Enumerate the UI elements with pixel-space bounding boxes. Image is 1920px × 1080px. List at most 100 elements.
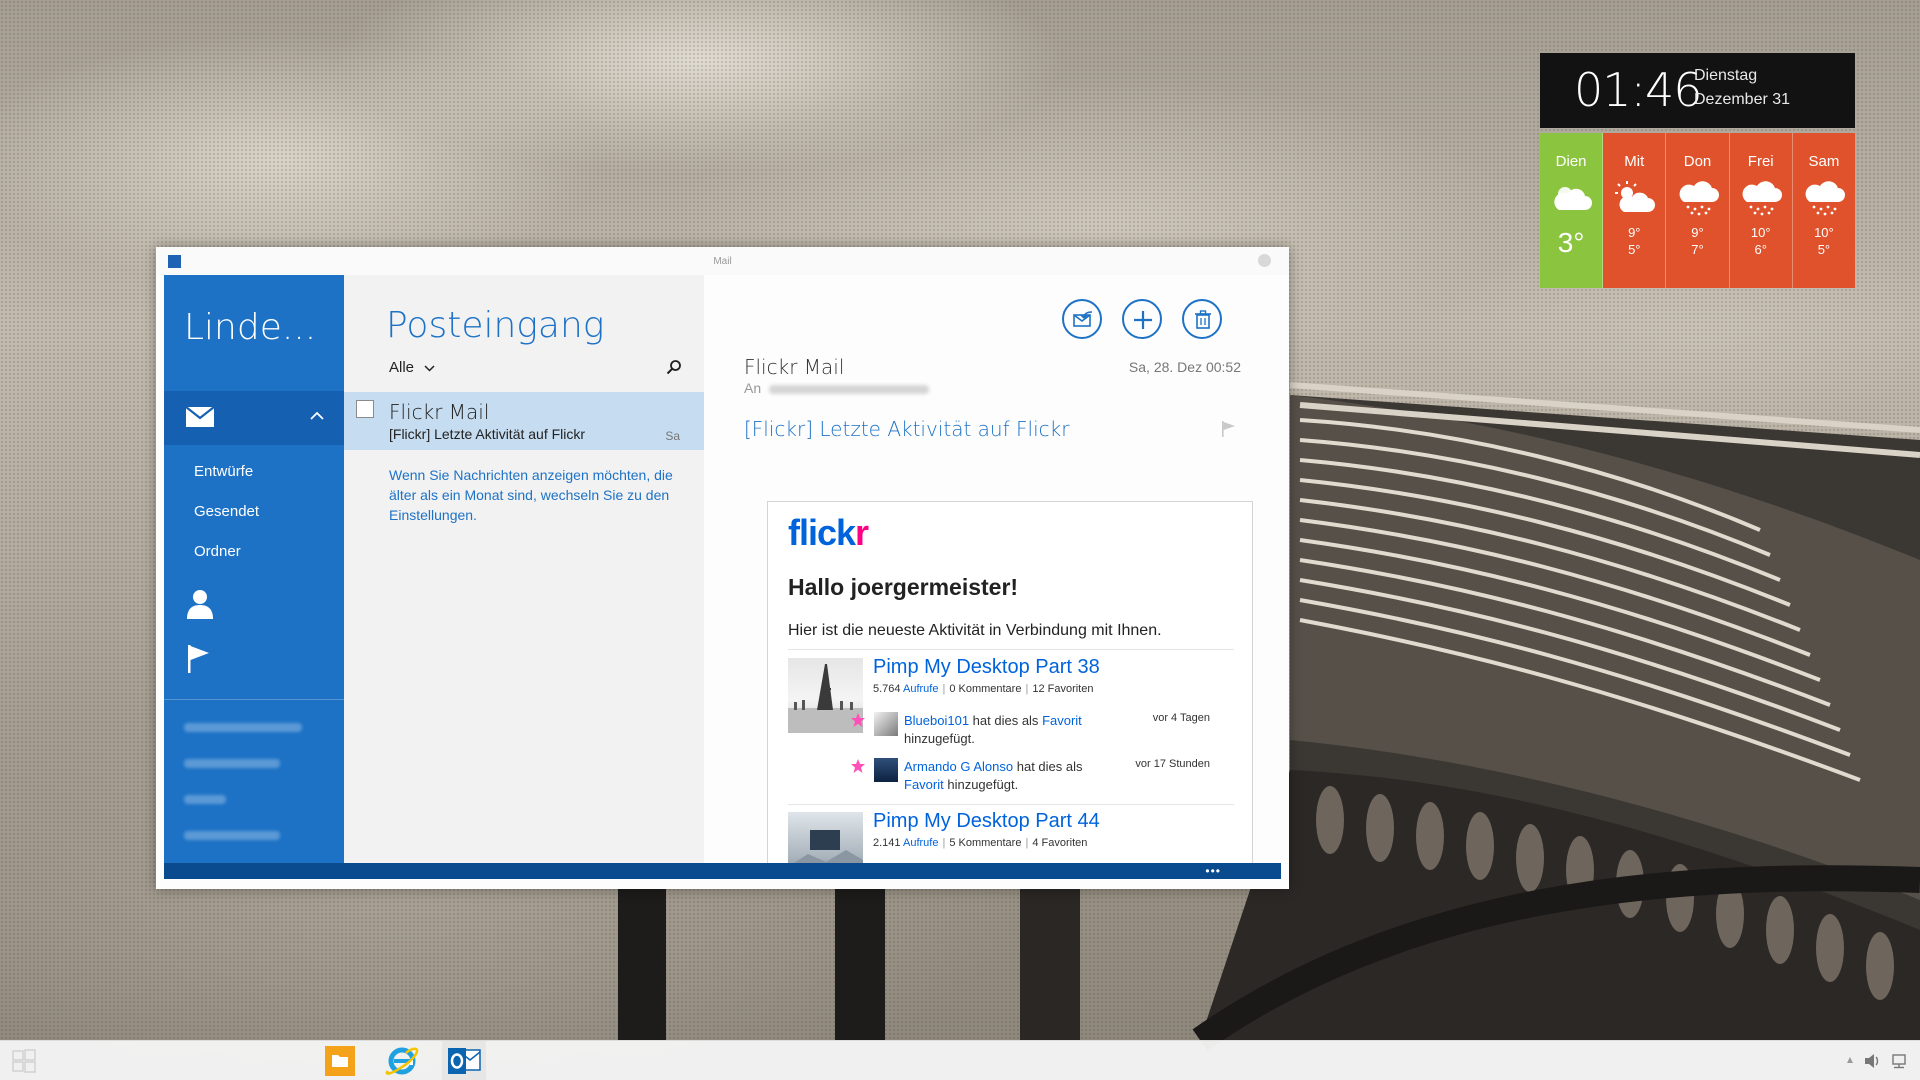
message-sender: Flickr Mail	[389, 400, 490, 424]
partly-sunny-icon	[1615, 181, 1656, 212]
other-account-blurred[interactable]	[184, 831, 280, 840]
internet-explorer-icon	[385, 1047, 419, 1075]
close-button[interactable]	[1258, 254, 1271, 267]
window-title: Mail	[713, 256, 732, 267]
avatar[interactable]	[874, 758, 898, 782]
photo-stats: 5.764 Aufrufe | 0 Kommentare | 12 Favoriten	[873, 683, 1094, 695]
taskbar-internet-explorer[interactable]	[380, 1041, 424, 1080]
search-icon[interactable]	[666, 359, 682, 375]
account-name[interactable]: Linde...	[184, 307, 316, 348]
mail-icon	[186, 407, 214, 427]
avatar[interactable]	[874, 712, 898, 736]
mail-window: Mail Linde... Entwürfe Gesendet Ordner P…	[156, 247, 1289, 889]
clock-time: 01:46	[1574, 63, 1703, 117]
message-from: Flickr Mail	[744, 355, 845, 379]
tray-chevron-icon[interactable]	[1845, 1053, 1855, 1067]
people-icon[interactable]	[186, 589, 214, 619]
activity-text: Blueboi101 hat dies als Favorit hinzugef…	[904, 713, 1082, 746]
partly-cloudy-icon	[1554, 187, 1593, 210]
weather-widget: Dien 3° Mit 9° 5° Don 9° 7° Frei 10° 6°	[1540, 133, 1856, 288]
sidebar-item-ordner[interactable]: Ordner	[194, 543, 241, 560]
photo-title-link[interactable]: Pimp My Desktop Part 44	[873, 810, 1100, 833]
favorite-link[interactable]: Favorit	[1042, 713, 1082, 728]
weather-low: 7°	[1691, 242, 1704, 257]
taskbar	[0, 1040, 1920, 1080]
weather-day: Sam 10° 5°	[1792, 133, 1856, 288]
sidebar-item-gesendet[interactable]: Gesendet	[194, 503, 259, 520]
other-account-blurred[interactable]	[184, 795, 226, 804]
volume-icon[interactable]	[1864, 1053, 1882, 1069]
other-account-blurred[interactable]	[184, 723, 302, 732]
outlook-icon	[448, 1048, 481, 1074]
trash-icon	[1195, 310, 1211, 329]
message-subject: [Flickr] Letzte Aktivität auf Flickr	[389, 426, 586, 442]
favorite-link[interactable]: Favorit	[904, 777, 944, 792]
weather-day-name: Dien	[1555, 153, 1587, 170]
activity-time: vor 17 Stunden	[1135, 758, 1210, 770]
weather-high: 9°	[1691, 225, 1704, 240]
photo-title-link[interactable]: Pimp My Desktop Part 38	[873, 656, 1100, 679]
views-link[interactable]: Aufrufe	[903, 837, 938, 849]
email-body: flickr Hallo joergermeister! Hier ist di…	[767, 501, 1253, 863]
email-greeting: Hallo joergermeister!	[788, 574, 1019, 600]
weather-high: 9°	[1628, 225, 1641, 240]
network-icon[interactable]	[1890, 1053, 1908, 1069]
reply-button[interactable]	[1062, 299, 1102, 339]
weather-day-name: Frei	[1747, 153, 1774, 170]
message-list-pane: Posteingang Alle Flickr Mail [Flickr] Le…	[344, 275, 704, 863]
more-button[interactable]: •••	[1205, 864, 1221, 878]
message-list-item[interactable]: Flickr Mail [Flickr] Letzte Aktivität au…	[344, 392, 704, 450]
weather-low: 6°	[1754, 242, 1767, 257]
flag-icon[interactable]	[188, 645, 210, 673]
chevron-down-icon	[424, 365, 435, 372]
plus-icon	[1134, 311, 1152, 329]
photo-thumbnail[interactable]	[788, 812, 863, 863]
delete-button[interactable]	[1182, 299, 1222, 339]
new-mail-button[interactable]	[1122, 299, 1162, 339]
clock-widget: 01:46 Dienstag Dezember 31	[1540, 53, 1855, 128]
weather-low: 5°	[1817, 242, 1831, 257]
weather-day: Mit 9° 5°	[1603, 133, 1667, 288]
file-explorer-icon	[325, 1046, 355, 1076]
reading-pane: Flickr Mail An Sa, 28. Dez 00:52 [Flickr…	[704, 275, 1281, 863]
divider	[788, 649, 1234, 650]
activity-time: vor 4 Tagen	[1152, 712, 1210, 724]
message-date: Sa	[665, 429, 680, 443]
reply-icon	[1073, 311, 1093, 327]
weather-temp: 3°	[1557, 227, 1585, 258]
app-bar[interactable]: •••	[164, 863, 1281, 879]
chevron-up-icon[interactable]	[310, 411, 324, 421]
filter-dropdown[interactable]: Alle	[389, 359, 435, 376]
clock-weekday: Dienstag	[1694, 67, 1758, 84]
rain-icon	[1742, 181, 1782, 216]
weather-day-name: Sam	[1808, 153, 1840, 170]
message-datetime: Sa, 28. Dez 00:52	[1128, 359, 1241, 375]
user-link[interactable]: Armando G Alonso	[904, 759, 1013, 774]
windows-start-icon[interactable]	[12, 1049, 36, 1073]
photo-stats: 2.141 Aufrufe | 5 Kommentare | 4 Favoriten	[873, 837, 1088, 849]
user-link[interactable]: Blueboi101	[904, 713, 969, 728]
flag-message-icon[interactable]	[1222, 421, 1236, 437]
sidebar-item-entwuerfe[interactable]: Entwürfe	[194, 463, 253, 480]
views-link[interactable]: Aufrufe	[903, 683, 938, 695]
window-titlebar[interactable]: Mail	[156, 247, 1289, 275]
star-icon	[851, 713, 865, 727]
weather-day: Frei 10° 6°	[1729, 133, 1793, 288]
to-label: An	[744, 380, 762, 396]
weather-day-name: Mit	[1624, 153, 1645, 170]
rain-icon	[1679, 181, 1719, 216]
sidebar-item-mail[interactable]	[164, 391, 344, 445]
taskbar-file-explorer[interactable]	[318, 1041, 362, 1080]
taskbar-outlook[interactable]	[442, 1041, 486, 1080]
rain-icon	[1805, 181, 1845, 216]
other-account-blurred[interactable]	[184, 759, 280, 768]
message-subject-heading: [Flickr] Letzte Aktivität auf Flickr	[744, 417, 1070, 441]
email-intro: Hier ist die neueste Aktivität in Verbin…	[788, 622, 1162, 639]
older-messages-link[interactable]: Wenn Sie Nachrichten anzeigen möchten, d…	[389, 465, 689, 525]
sidebar-divider	[164, 699, 344, 700]
star-icon	[851, 759, 865, 773]
folder-heading: Posteingang	[386, 305, 605, 346]
message-checkbox[interactable]	[356, 400, 374, 418]
weather-day-today: Dien 3°	[1540, 133, 1604, 288]
clock-date: Dezember 31	[1694, 91, 1791, 108]
